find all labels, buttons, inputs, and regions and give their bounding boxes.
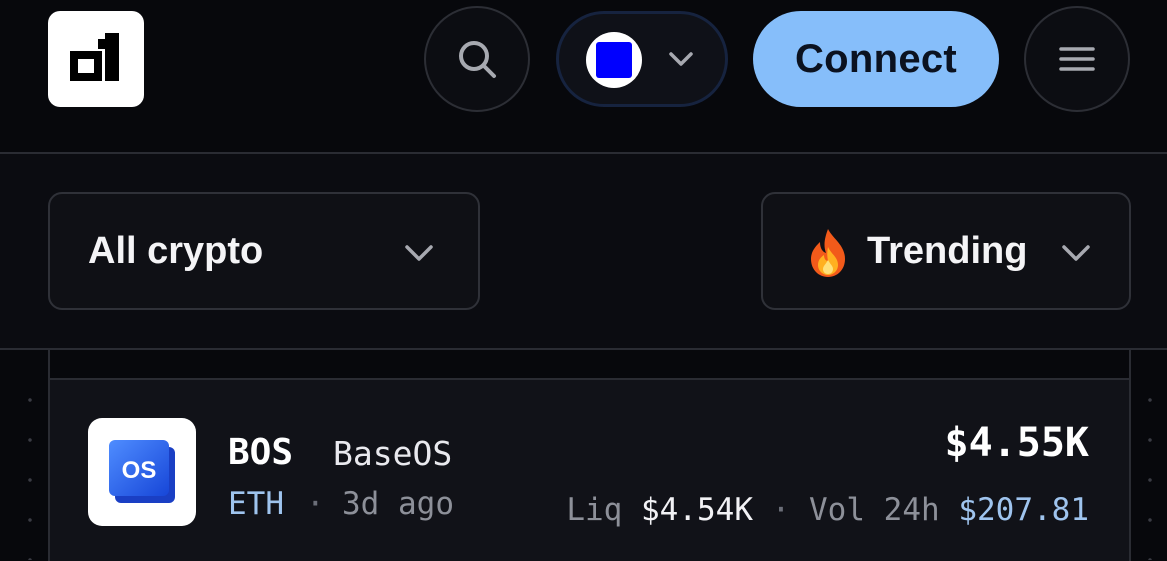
token-price: $4.55K [944, 420, 1090, 466]
token-chain: ETH [228, 486, 284, 522]
hamburger-menu-icon [1059, 47, 1095, 71]
volume-value: $207.81 [958, 492, 1089, 528]
filter-bar: All crypto Trending [0, 154, 1167, 350]
sort-label: Trending [867, 230, 1028, 272]
category-label: All crypto [88, 230, 264, 272]
brand-logo[interactable] [48, 11, 144, 107]
decorative-dots [28, 380, 32, 560]
liquidity-label: Liq [566, 492, 623, 528]
list-divider [48, 350, 1131, 380]
brand-logo-mark [70, 33, 119, 81]
chevron-down-icon [405, 245, 433, 261]
search-icon [459, 41, 496, 78]
token-list: OS BOS BaseOS ETH · 3d ago $4.55K Liq $4… [0, 350, 1167, 561]
network-selector[interactable] [556, 11, 728, 107]
search-button[interactable] [424, 6, 530, 112]
menu-button[interactable] [1024, 6, 1130, 112]
volume-label: Vol 24h [809, 492, 940, 528]
baseos-logo-icon: OS [109, 440, 175, 503]
token-age: 3d ago [342, 486, 454, 522]
token-name: BaseOS [333, 434, 453, 473]
token-logo: OS [88, 418, 196, 526]
top-header: Connect [0, 0, 1167, 154]
app-page: Connect All crypto Trending OS BOS BaseO… [0, 0, 1167, 561]
sort-dropdown[interactable]: Trending [761, 192, 1131, 310]
separator-dot: · [771, 492, 791, 528]
token-row[interactable]: OS BOS BaseOS ETH · 3d ago $4.55K Liq $4… [48, 380, 1131, 561]
category-dropdown[interactable]: All crypto [48, 192, 480, 310]
liquidity-value: $4.54K [641, 492, 753, 528]
decorative-dots [1148, 380, 1152, 560]
fire-icon [811, 229, 845, 277]
token-symbol: BOS [228, 432, 294, 473]
connect-button[interactable]: Connect [753, 11, 999, 107]
token-logo-text: OS [122, 457, 157, 484]
network-avatar [586, 32, 642, 88]
separator-dot: · [306, 486, 325, 522]
chevron-down-icon [1062, 245, 1090, 261]
token-stats: Liq $4.54K · Vol 24h $207.81 [566, 492, 1089, 528]
network-square-icon [596, 42, 632, 78]
chevron-down-icon [669, 52, 693, 66]
